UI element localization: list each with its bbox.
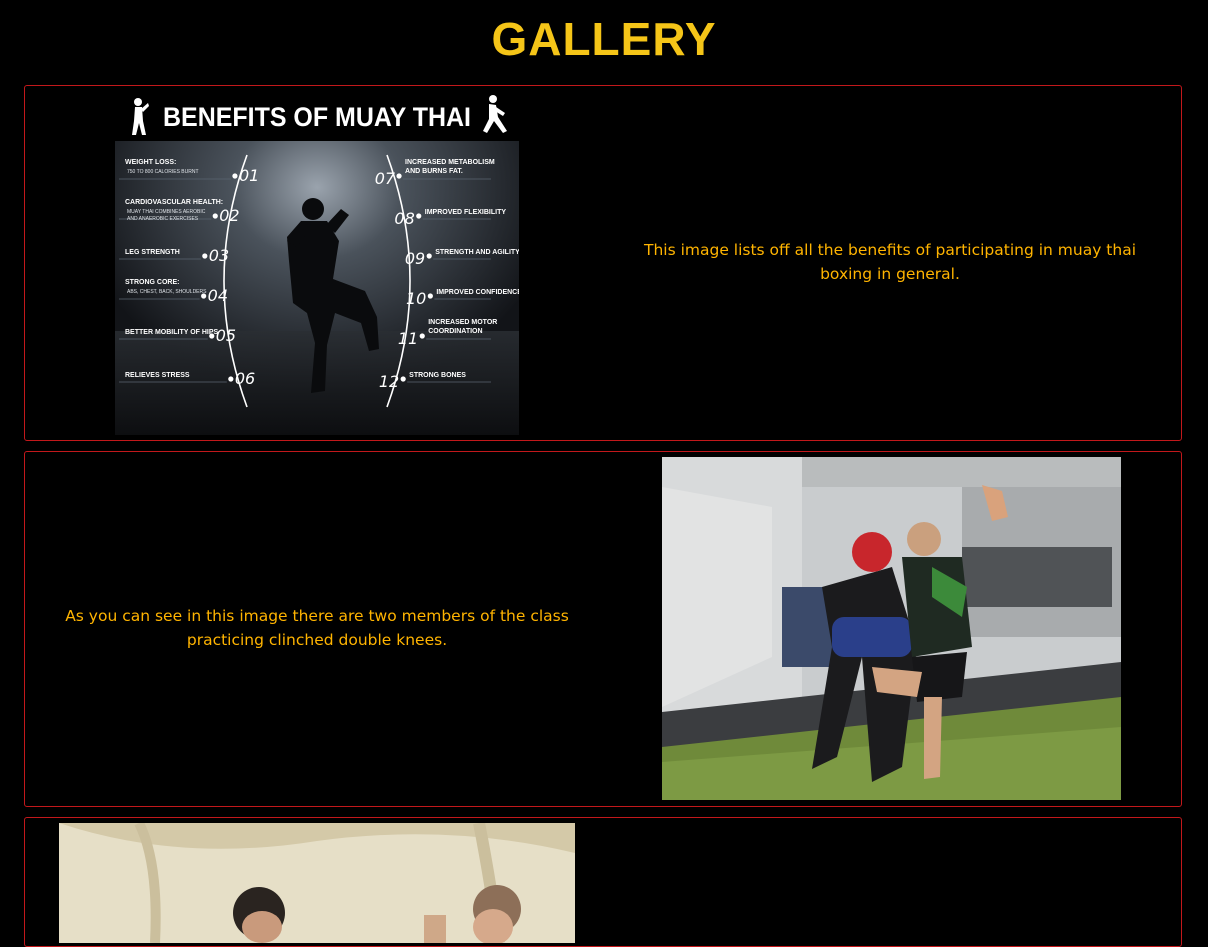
benefit-label: LEG STRENGTH [125,249,180,256]
benefit-dot [400,376,406,382]
benefit-label: STRONG CORE: [125,279,179,286]
benefit-dot [426,253,432,259]
benefit-label: INCREASED METABOLISM [405,159,495,166]
benefit-dot [427,293,433,299]
benefits-infographic-image: BENEFITS OF MUAY THAI 01 WEIGHT LOSS: 750 … [115,91,519,435]
benefit-number: 11 [398,329,418,348]
benefit-label: BETTER MOBILITY OF HIPS [125,329,219,336]
infographic-svg: BENEFITS OF MUAY THAI 01 WEIGHT LOSS: 750 … [115,91,519,435]
benefit-number: 10 [406,289,426,308]
benefit-number: 02 [219,206,239,225]
benefit-dot [228,376,234,382]
benefit-dot [202,253,208,259]
benefit-label: STRENGTH AND AGILITY [435,249,519,256]
benefit-label: AND BURNS FAT. [405,168,463,175]
photo-3-svg [59,823,575,943]
benefit-dot [416,213,422,219]
benefit-number: 01 [239,166,259,185]
benefit-label: CARDIOVASCULAR HEALTH: [125,199,223,206]
benefit-number: 04 [208,286,228,305]
benefit-label: IMPROVED FLEXIBILITY [425,209,507,216]
benefit-label: COORDINATION [428,328,482,335]
benefit-sublabel: ABS, CHEST, BACK, SHOULDERS [127,289,207,295]
benefit-item-left: 02CARDIOVASCULAR HEALTH: MUAY THAI COMBIN… [119,199,240,225]
gallery-card-3 [24,817,1182,947]
benefit-label: WEIGHT LOSS: [125,159,176,166]
benefit-dot [232,173,238,179]
benefit-sublabel: AND ANAEROBIC EXERCISES [127,216,199,222]
page-title: GALLERY [491,13,717,65]
benefit-number: 08 [394,209,414,228]
benefit-label: INCREASED MOTOR [428,319,497,326]
clinch-training-photo [662,457,1121,800]
gallery-caption: As you can see in this image there are t… [65,607,569,649]
benefit-number: 07 [375,169,396,188]
benefit-label: IMPROVED CONFIDENCE [436,289,519,296]
benefit-label: STRONG BONES [409,372,466,379]
benefit-number: 09 [405,249,425,268]
benefit-number: 06 [235,369,255,388]
benefit-number: 03 [209,246,229,265]
benefit-sublabel: MUAY THAI COMBINES AEROBIC [127,209,206,215]
gallery-card-clinch: As you can see in this image there are t… [24,451,1182,807]
gallery-caption: This image lists off all the benefits of… [643,241,1137,283]
gallery-card-benefits: BENEFITS OF MUAY THAI 01 WEIGHT LOSS: 750 … [24,85,1182,441]
benefit-label: RELIEVES STRESS [125,372,190,379]
benefit-sublabel: 750 TO 800 CALORIES BURNT [127,169,199,175]
benefit-dot [396,173,402,179]
benefit-number: 05 [216,326,236,345]
benefit-number: 12 [379,372,399,391]
benefit-dot [419,333,425,339]
gallery-photo-3 [59,823,575,943]
benefit-dot [212,213,218,219]
infographic-title: BENEFITS OF MUAY THAI [163,102,471,132]
clinch-photo-svg [662,457,1121,800]
